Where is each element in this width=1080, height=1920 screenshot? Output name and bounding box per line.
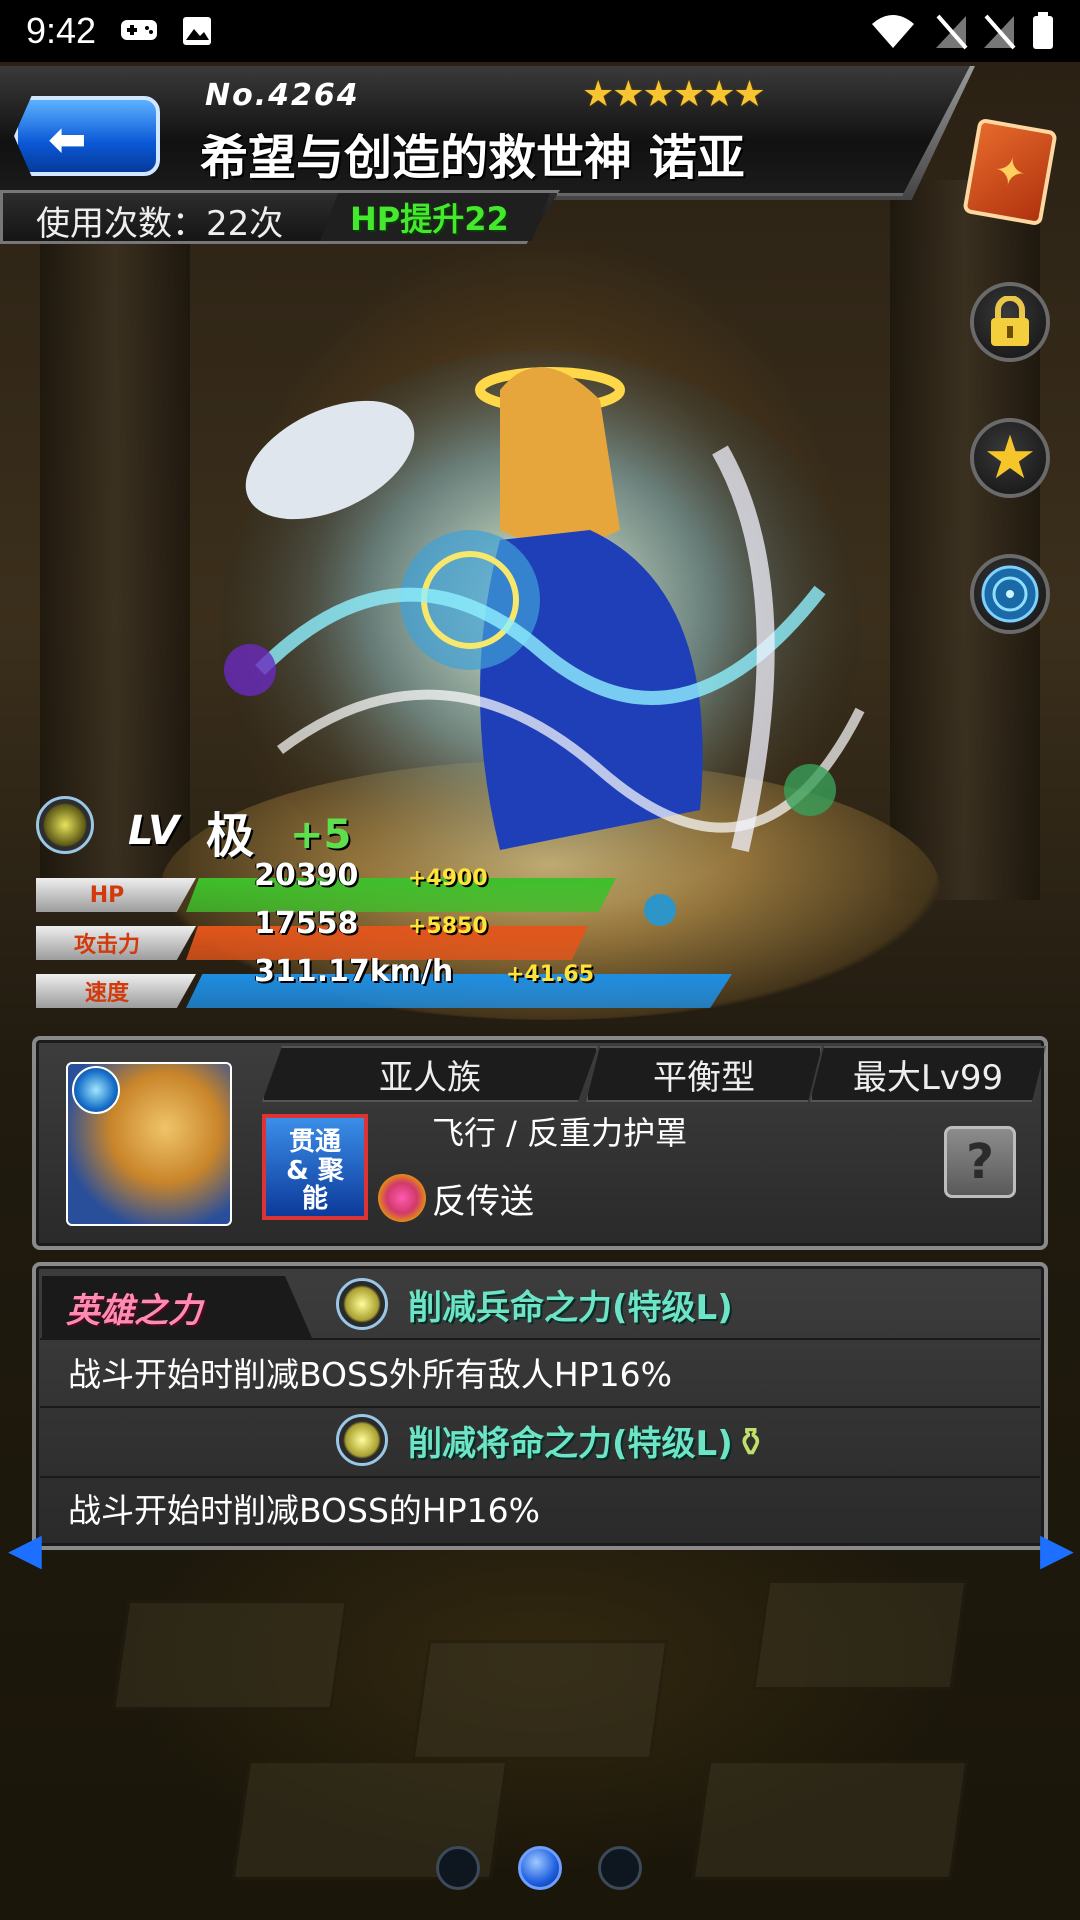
type-tag: 平衡型 xyxy=(586,1046,822,1102)
skill-description: 战斗开始时削减BOSS的HP16% xyxy=(68,1491,540,1530)
scan-button[interactable] xyxy=(970,554,1050,634)
page-dot-1[interactable] xyxy=(436,1846,480,1890)
lock-icon xyxy=(991,296,1029,346)
prev-arrow-icon[interactable]: ◀ xyxy=(8,1524,42,1575)
stat-bonus: +4900 xyxy=(408,866,488,891)
signal-off-icon xyxy=(984,14,1016,50)
max-level-tag: 最大Lv99 xyxy=(810,1046,1046,1102)
image-icon xyxy=(183,17,211,45)
level-value: 极 xyxy=(206,808,255,864)
element-water-icon xyxy=(72,1066,120,1114)
monster-name: 希望与创造的救世神 诺亚 xyxy=(200,130,745,186)
skill-description: 战斗开始时削减BOSS外所有敌人HP16% xyxy=(68,1355,672,1394)
floor-tile xyxy=(112,1600,348,1710)
floor-tile xyxy=(752,1580,968,1690)
skill-name: 削减兵命之力(特级L) xyxy=(408,1288,733,1328)
status-bar: 9:42 xyxy=(0,0,1080,62)
potion-icon: ⚱ xyxy=(734,1420,768,1466)
skill-orb-icon xyxy=(336,1414,388,1466)
stat-label: 速度 xyxy=(36,974,196,1008)
wifi-icon xyxy=(872,15,914,48)
stat-bar-hp xyxy=(186,878,616,912)
gang-icon xyxy=(378,1174,426,1222)
stat-value: 20390 xyxy=(254,858,359,893)
usage-count: 使用次数：22次 xyxy=(36,204,284,244)
book-button[interactable]: ✦ xyxy=(962,117,1058,227)
divider xyxy=(40,1338,1040,1340)
gang-ability: 反传送 xyxy=(432,1182,534,1222)
stat-label: HP xyxy=(36,878,196,912)
background-pillar xyxy=(40,180,190,900)
hp-up-label: HP提升22 xyxy=(350,200,509,238)
back-arrow-icon: ⬅ xyxy=(48,112,87,166)
stat-bonus: +5850 xyxy=(408,914,488,939)
star-icon: ★ xyxy=(983,423,1037,493)
hero-power-label: 英雄之力 xyxy=(42,1276,312,1338)
page-dot-3[interactable] xyxy=(598,1846,642,1890)
lock-button[interactable] xyxy=(970,282,1050,362)
stat-value: 17558 xyxy=(254,906,359,941)
stat-value: 311.17km/h xyxy=(254,954,454,989)
skill-orb-icon xyxy=(336,1278,388,1330)
help-button[interactable]: ? xyxy=(944,1126,1016,1198)
gamepad-icon xyxy=(121,20,157,40)
skill-name: 削减将命之力(特级L) xyxy=(408,1424,733,1464)
level-plus: +5 xyxy=(290,812,352,858)
page-dot-2[interactable] xyxy=(518,1846,562,1890)
stat-label: 攻击力 xyxy=(36,926,196,960)
stat-bonus: +41.65 xyxy=(506,962,595,987)
sling-type-icon: 贯通 & 聚能 xyxy=(262,1114,368,1220)
next-arrow-icon[interactable]: ▶ xyxy=(1040,1524,1074,1575)
divider xyxy=(40,1476,1040,1478)
favorite-button[interactable]: ★ xyxy=(970,418,1050,498)
abilities: 飞行 / 反重力护罩 xyxy=(432,1114,688,1152)
floor-tile xyxy=(691,1760,969,1880)
signal-off-icon xyxy=(936,14,968,50)
monster-number: No.4264 xyxy=(205,78,360,113)
floor-tile xyxy=(411,1640,669,1760)
divider xyxy=(40,1406,1040,1408)
level-orb-icon xyxy=(36,796,94,854)
battery-icon xyxy=(1033,12,1053,49)
back-button[interactable] xyxy=(14,96,160,176)
level-label: LV xyxy=(128,808,179,854)
status-time: 9:42 xyxy=(26,10,97,51)
race-tag: 亚人族 xyxy=(262,1046,598,1102)
target-icon xyxy=(981,565,1039,623)
rarity-stars: ★★★★★★ xyxy=(582,74,766,115)
book-icon: ✦ xyxy=(990,147,1030,197)
